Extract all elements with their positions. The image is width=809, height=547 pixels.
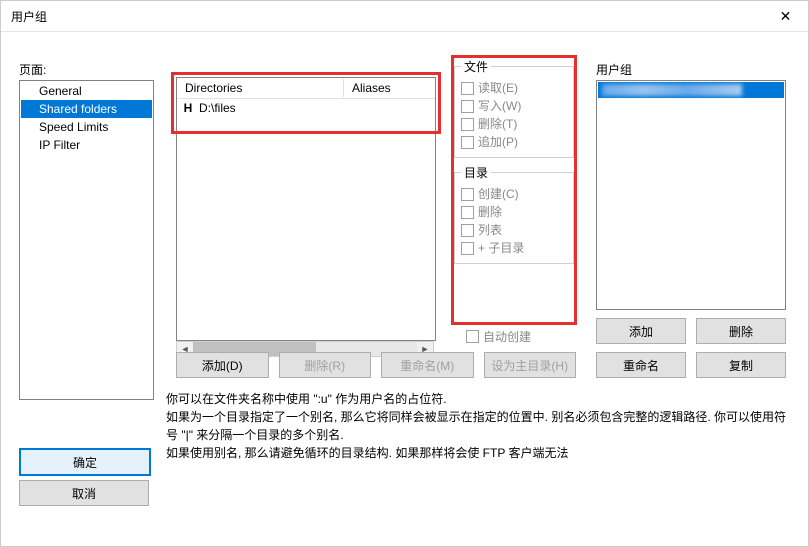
close-icon[interactable]: ✕ (763, 1, 808, 31)
client-area: 页面: General Shared folders Speed Limits … (1, 32, 808, 547)
page-item-speed-limits[interactable]: Speed Limits (21, 118, 152, 136)
help-line: 你可以在文件夹名称中使用 ":u" 作为用户名的占位符. (166, 390, 786, 408)
table-row[interactable]: H D:\files (177, 99, 435, 117)
redacted-group-name (602, 84, 742, 96)
file-legend: 文件 (461, 58, 491, 75)
window-title: 用户组 (11, 8, 47, 25)
perm-write[interactable]: 写入(W) (461, 97, 567, 115)
help-line: 如果为一个目录指定了一个别名, 那么它将同样会被显示在指定的位置中. 别名必须包… (166, 408, 786, 444)
groups-dialog: 用户组 ✕ 页面: General Shared folders Speed L… (0, 0, 809, 547)
titlebar: 用户组 ✕ (1, 1, 808, 32)
cancel-button[interactable]: 取消 (19, 480, 149, 506)
ug-add-button[interactable]: 添加 (596, 318, 686, 344)
checkbox-icon[interactable] (461, 206, 474, 219)
permissions-group: 文件 读取(E) 写入(W) 删除(T) 追加(P) 目录 创建(C) 删除 列… (454, 58, 574, 322)
dir-permissions: 目录 创建(C) 删除 列表 + 子目录 (454, 164, 574, 264)
perm-list[interactable]: 列表 (461, 221, 567, 239)
ug-rename-button[interactable]: 重命名 (596, 352, 686, 378)
page-item-general[interactable]: General (21, 82, 152, 100)
perm-append[interactable]: 追加(P) (461, 133, 567, 151)
pages-list[interactable]: General Shared folders Speed Limits IP F… (19, 80, 154, 400)
list-item[interactable] (598, 82, 784, 98)
dir-legend: 目录 (461, 164, 491, 181)
user-groups-label: 用户组 (596, 61, 632, 78)
dir-sethome-button[interactable]: 设为主目录(H) (484, 352, 577, 378)
directory-buttons: 添加(D) 删除(R) 重命名(M) 设为主目录(H) (176, 352, 576, 378)
perm-create[interactable]: 创建(C) (461, 185, 567, 203)
user-groups-list[interactable] (596, 80, 786, 310)
checkbox-icon[interactable] (466, 330, 479, 343)
checkbox-icon[interactable] (461, 82, 474, 95)
perm-read[interactable]: 读取(E) (461, 79, 567, 97)
checkbox-icon[interactable] (461, 118, 474, 131)
dir-path: D:\files (199, 101, 435, 115)
auto-create-checkbox[interactable]: 自动创建 (466, 328, 531, 345)
checkbox-icon[interactable] (461, 224, 474, 237)
page-item-ip-filter[interactable]: IP Filter (21, 136, 152, 154)
checkbox-icon[interactable] (461, 100, 474, 113)
ok-button[interactable]: 确定 (19, 448, 151, 476)
perm-delete-file[interactable]: 删除(T) (461, 115, 567, 133)
page-item-shared-folders[interactable]: Shared folders (21, 100, 152, 118)
home-marker: H (177, 101, 199, 115)
dir-rename-button[interactable]: 重命名(M) (381, 352, 474, 378)
pages-label: 页面: (19, 61, 46, 78)
directories-list[interactable]: Directories Aliases H D:\files (176, 77, 436, 341)
perm-delete-dir[interactable]: 删除 (461, 203, 567, 221)
directories-group: Directories Aliases H D:\files ◄ ► (176, 77, 436, 357)
checkbox-icon[interactable] (461, 136, 474, 149)
checkbox-icon[interactable] (461, 242, 474, 255)
file-permissions: 文件 读取(E) 写入(W) 删除(T) 追加(P) (454, 58, 574, 158)
dir-add-button[interactable]: 添加(D) (176, 352, 269, 378)
help-text: 你可以在文件夹名称中使用 ":u" 作为用户名的占位符. 如果为一个目录指定了一… (166, 390, 786, 462)
ug-copy-button[interactable]: 复制 (696, 352, 786, 378)
dir-remove-button[interactable]: 删除(R) (279, 352, 372, 378)
col-directories[interactable]: Directories (177, 79, 343, 97)
col-aliases[interactable]: Aliases (343, 79, 435, 97)
perm-subdirs[interactable]: + 子目录 (461, 239, 567, 257)
help-line: 如果使用别名, 那么请避免循环的目录结构. 如果那样将会使 FTP 客户端无法 (166, 444, 786, 462)
checkbox-icon[interactable] (461, 188, 474, 201)
ug-remove-button[interactable]: 删除 (696, 318, 786, 344)
directories-header: Directories Aliases (177, 78, 435, 99)
user-group-buttons: 添加 删除 重命名 复制 (596, 318, 786, 378)
